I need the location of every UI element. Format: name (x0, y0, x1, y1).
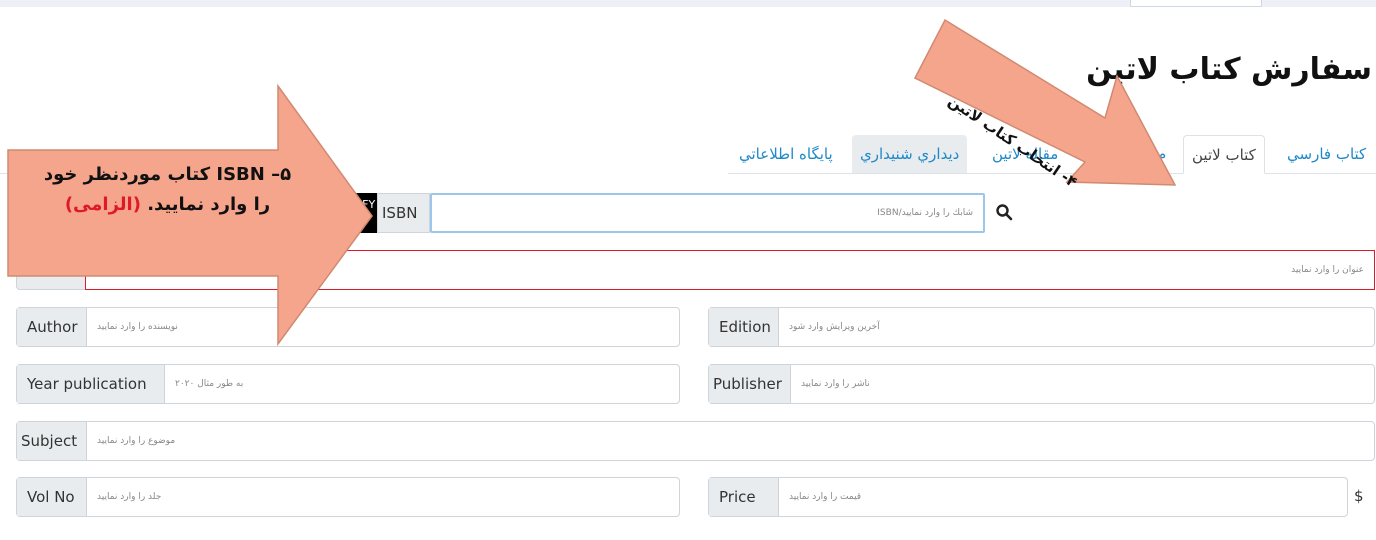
year-label: Year publication (17, 365, 165, 403)
annotation-step5: ۵– ISBN کتاب موردنظر خود را وارد نمایید.… (20, 160, 315, 220)
required-label: (الزامی) (64, 194, 141, 215)
search-button[interactable] (995, 203, 1015, 223)
price-input[interactable]: قیمت را وارد نماييد (779, 478, 1347, 516)
subject-label: Subject (17, 422, 87, 460)
tab-database[interactable]: پايگاه اطلاعاتي (731, 135, 841, 173)
price-field: Price قیمت را وارد نماييد (708, 477, 1348, 517)
year-input[interactable]: به طور مثال ۲۰۲۰ (165, 365, 679, 403)
volno-field: Vol No جلد را وارد نماييد (16, 477, 680, 517)
isbn-label: ISBN (377, 193, 430, 233)
subject-input[interactable]: موضوع را وارد نماييد (87, 422, 1374, 460)
publisher-input[interactable]: ناشر را وارد نماييد (791, 365, 1374, 403)
publisher-field: Publisher ناشر را وارد نماييد (708, 364, 1375, 404)
currency-symbol: $ (1354, 487, 1364, 505)
volno-input[interactable]: جلد را وارد نماييد (87, 478, 679, 516)
isbn-input[interactable]: شابك را وارد نماييد/ISBN (430, 193, 985, 233)
annotation-step5-line1: ۵– ISBN کتاب موردنظر خود (43, 164, 292, 185)
tab-persian-book[interactable]: کتاب فارسي (1279, 135, 1374, 173)
edition-label: Edition (709, 308, 779, 346)
edition-field: Edition آخرین ويرايش وارد شود (708, 307, 1375, 347)
price-label: Price (709, 478, 779, 516)
volno-label: Vol No (17, 478, 87, 516)
search-icon (996, 204, 1013, 221)
edition-input[interactable]: آخرین ويرايش وارد شود (779, 308, 1374, 346)
tab-latin-book[interactable]: کتاب لاتین (1183, 135, 1265, 174)
subject-field: Subject موضوع را وارد نماييد (16, 421, 1375, 461)
publisher-label: Publisher (709, 365, 791, 403)
annotation-step5-line2: را وارد نمایید. (الزامی) (64, 194, 271, 215)
year-field: Year publication به طور مثال ۲۰۲۰ (16, 364, 680, 404)
